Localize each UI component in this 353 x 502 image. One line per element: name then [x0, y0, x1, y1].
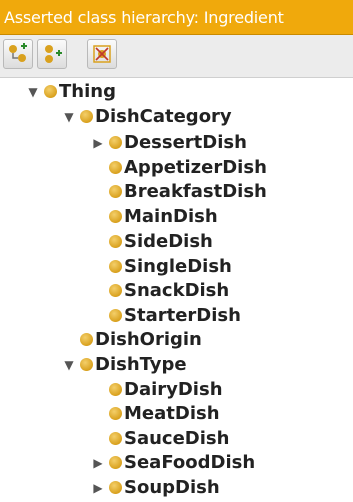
- panel-title-bar: Asserted class hierarchy: Ingredient: [0, 0, 353, 35]
- class-icon: [109, 481, 122, 494]
- tree-node-label: MeatDish: [124, 403, 220, 424]
- class-icon: [109, 235, 122, 248]
- class-hierarchy-tree[interactable]: ▼ Thing ▼ DishCategory ▶ DessertDish App…: [0, 78, 353, 502]
- add-sibling-button[interactable]: [37, 39, 67, 69]
- class-icon: [109, 383, 122, 396]
- class-icon: [109, 432, 122, 445]
- class-icon: [109, 136, 122, 149]
- class-icon: [44, 85, 57, 98]
- expanded-triangle-icon[interactable]: ▼: [26, 80, 40, 104]
- tree-node-label: BreakfastDish: [124, 181, 267, 202]
- add-subclass-button[interactable]: [3, 39, 33, 69]
- tree-node-label: DishCategory: [95, 106, 232, 127]
- class-icon: [80, 358, 93, 371]
- add-subclass-icon: [9, 43, 27, 62]
- tree-node-label: Thing: [59, 81, 116, 102]
- tree-node-label: DishType: [95, 354, 187, 375]
- tree-node-label: DessertDish: [124, 132, 247, 153]
- tree-node-label: SauceDish: [124, 428, 230, 449]
- panel-title: Asserted class hierarchy: Ingredient: [4, 8, 284, 27]
- tree-node-label: SnackDish: [124, 280, 230, 301]
- expanded-triangle-icon[interactable]: ▼: [62, 105, 76, 129]
- tree-node-label: SeaFoodDish: [124, 452, 256, 473]
- collapsed-triangle-icon[interactable]: ▶: [91, 476, 105, 500]
- class-icon: [109, 456, 122, 469]
- class-icon: [80, 110, 93, 123]
- class-icon: [80, 333, 93, 346]
- tree-node-label: SingleDish: [124, 256, 232, 277]
- tree-node-label: DairyDish: [124, 379, 223, 400]
- tree-node-label: SideDish: [124, 231, 213, 252]
- class-icon: [109, 407, 122, 420]
- class-icon: [109, 161, 122, 174]
- tree-node-label: MainDish: [124, 206, 218, 227]
- class-icon: [109, 260, 122, 273]
- delete-class-icon: [93, 45, 111, 63]
- class-icon: [109, 185, 122, 198]
- expanded-triangle-icon[interactable]: ▼: [62, 353, 76, 377]
- tree-node-label: SoupDish: [124, 477, 220, 498]
- collapsed-triangle-icon[interactable]: ▶: [91, 451, 105, 475]
- add-sibling-icon: [45, 45, 62, 63]
- tree-node-label: AppetizerDish: [124, 157, 267, 178]
- delete-class-button[interactable]: [87, 39, 117, 69]
- class-icon: [109, 210, 122, 223]
- class-icon: [109, 309, 122, 322]
- hierarchy-toolbar: [0, 35, 353, 78]
- class-icon: [109, 284, 122, 297]
- tree-node-label: DishOrigin: [95, 329, 202, 350]
- tree-node-label: StarterDish: [124, 305, 241, 326]
- collapsed-triangle-icon[interactable]: ▶: [91, 131, 105, 155]
